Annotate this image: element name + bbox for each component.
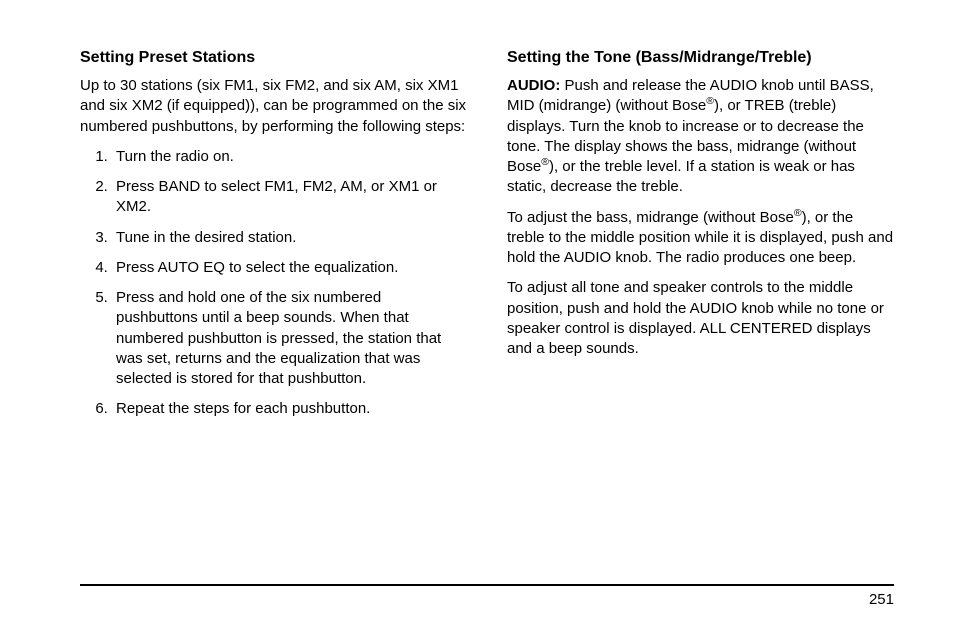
page-number: 251: [869, 590, 894, 610]
step-item: Repeat the steps for each pushbutton.: [112, 399, 467, 419]
right-column: Setting the Tone (Bass/Midrange/Treble) …: [507, 48, 894, 430]
audio-paragraph: AUDIO: Push and release the AUDIO knob u…: [507, 76, 894, 198]
registered-icon: ®: [706, 95, 714, 107]
adjust-paragraph: To adjust the bass, midrange (without Bo…: [507, 208, 894, 269]
step-item: Press AUTO EQ to select the equalization…: [112, 258, 467, 278]
intro-paragraph: Up to 30 stations (six FM1, six FM2, and…: [80, 76, 467, 137]
section-heading-preset: Setting Preset Stations: [80, 48, 467, 68]
manual-page: Setting Preset Stations Up to 30 station…: [0, 0, 954, 636]
step-item: Turn the radio on.: [112, 147, 467, 167]
audio-label: AUDIO:: [507, 77, 560, 94]
steps-list: Turn the radio on. Press BAND to select …: [80, 147, 467, 420]
step-item: Tune in the desired station.: [112, 228, 467, 248]
registered-icon: ®: [794, 207, 802, 219]
left-column: Setting Preset Stations Up to 30 station…: [80, 48, 467, 430]
footer-rule: [80, 584, 894, 586]
registered-icon: ®: [541, 156, 549, 168]
all-centered-paragraph: To adjust all tone and speaker controls …: [507, 278, 894, 359]
section-heading-tone: Setting the Tone (Bass/Midrange/Treble): [507, 48, 894, 68]
step-item: Press BAND to select FM1, FM2, AM, or XM…: [112, 177, 467, 218]
step-item: Press and hold one of the six numbered p…: [112, 288, 467, 389]
body-text: To adjust the bass, midrange (without Bo…: [507, 209, 794, 226]
body-text: ), or the treble level. If a station is …: [507, 158, 855, 195]
two-column-layout: Setting Preset Stations Up to 30 station…: [80, 48, 894, 430]
